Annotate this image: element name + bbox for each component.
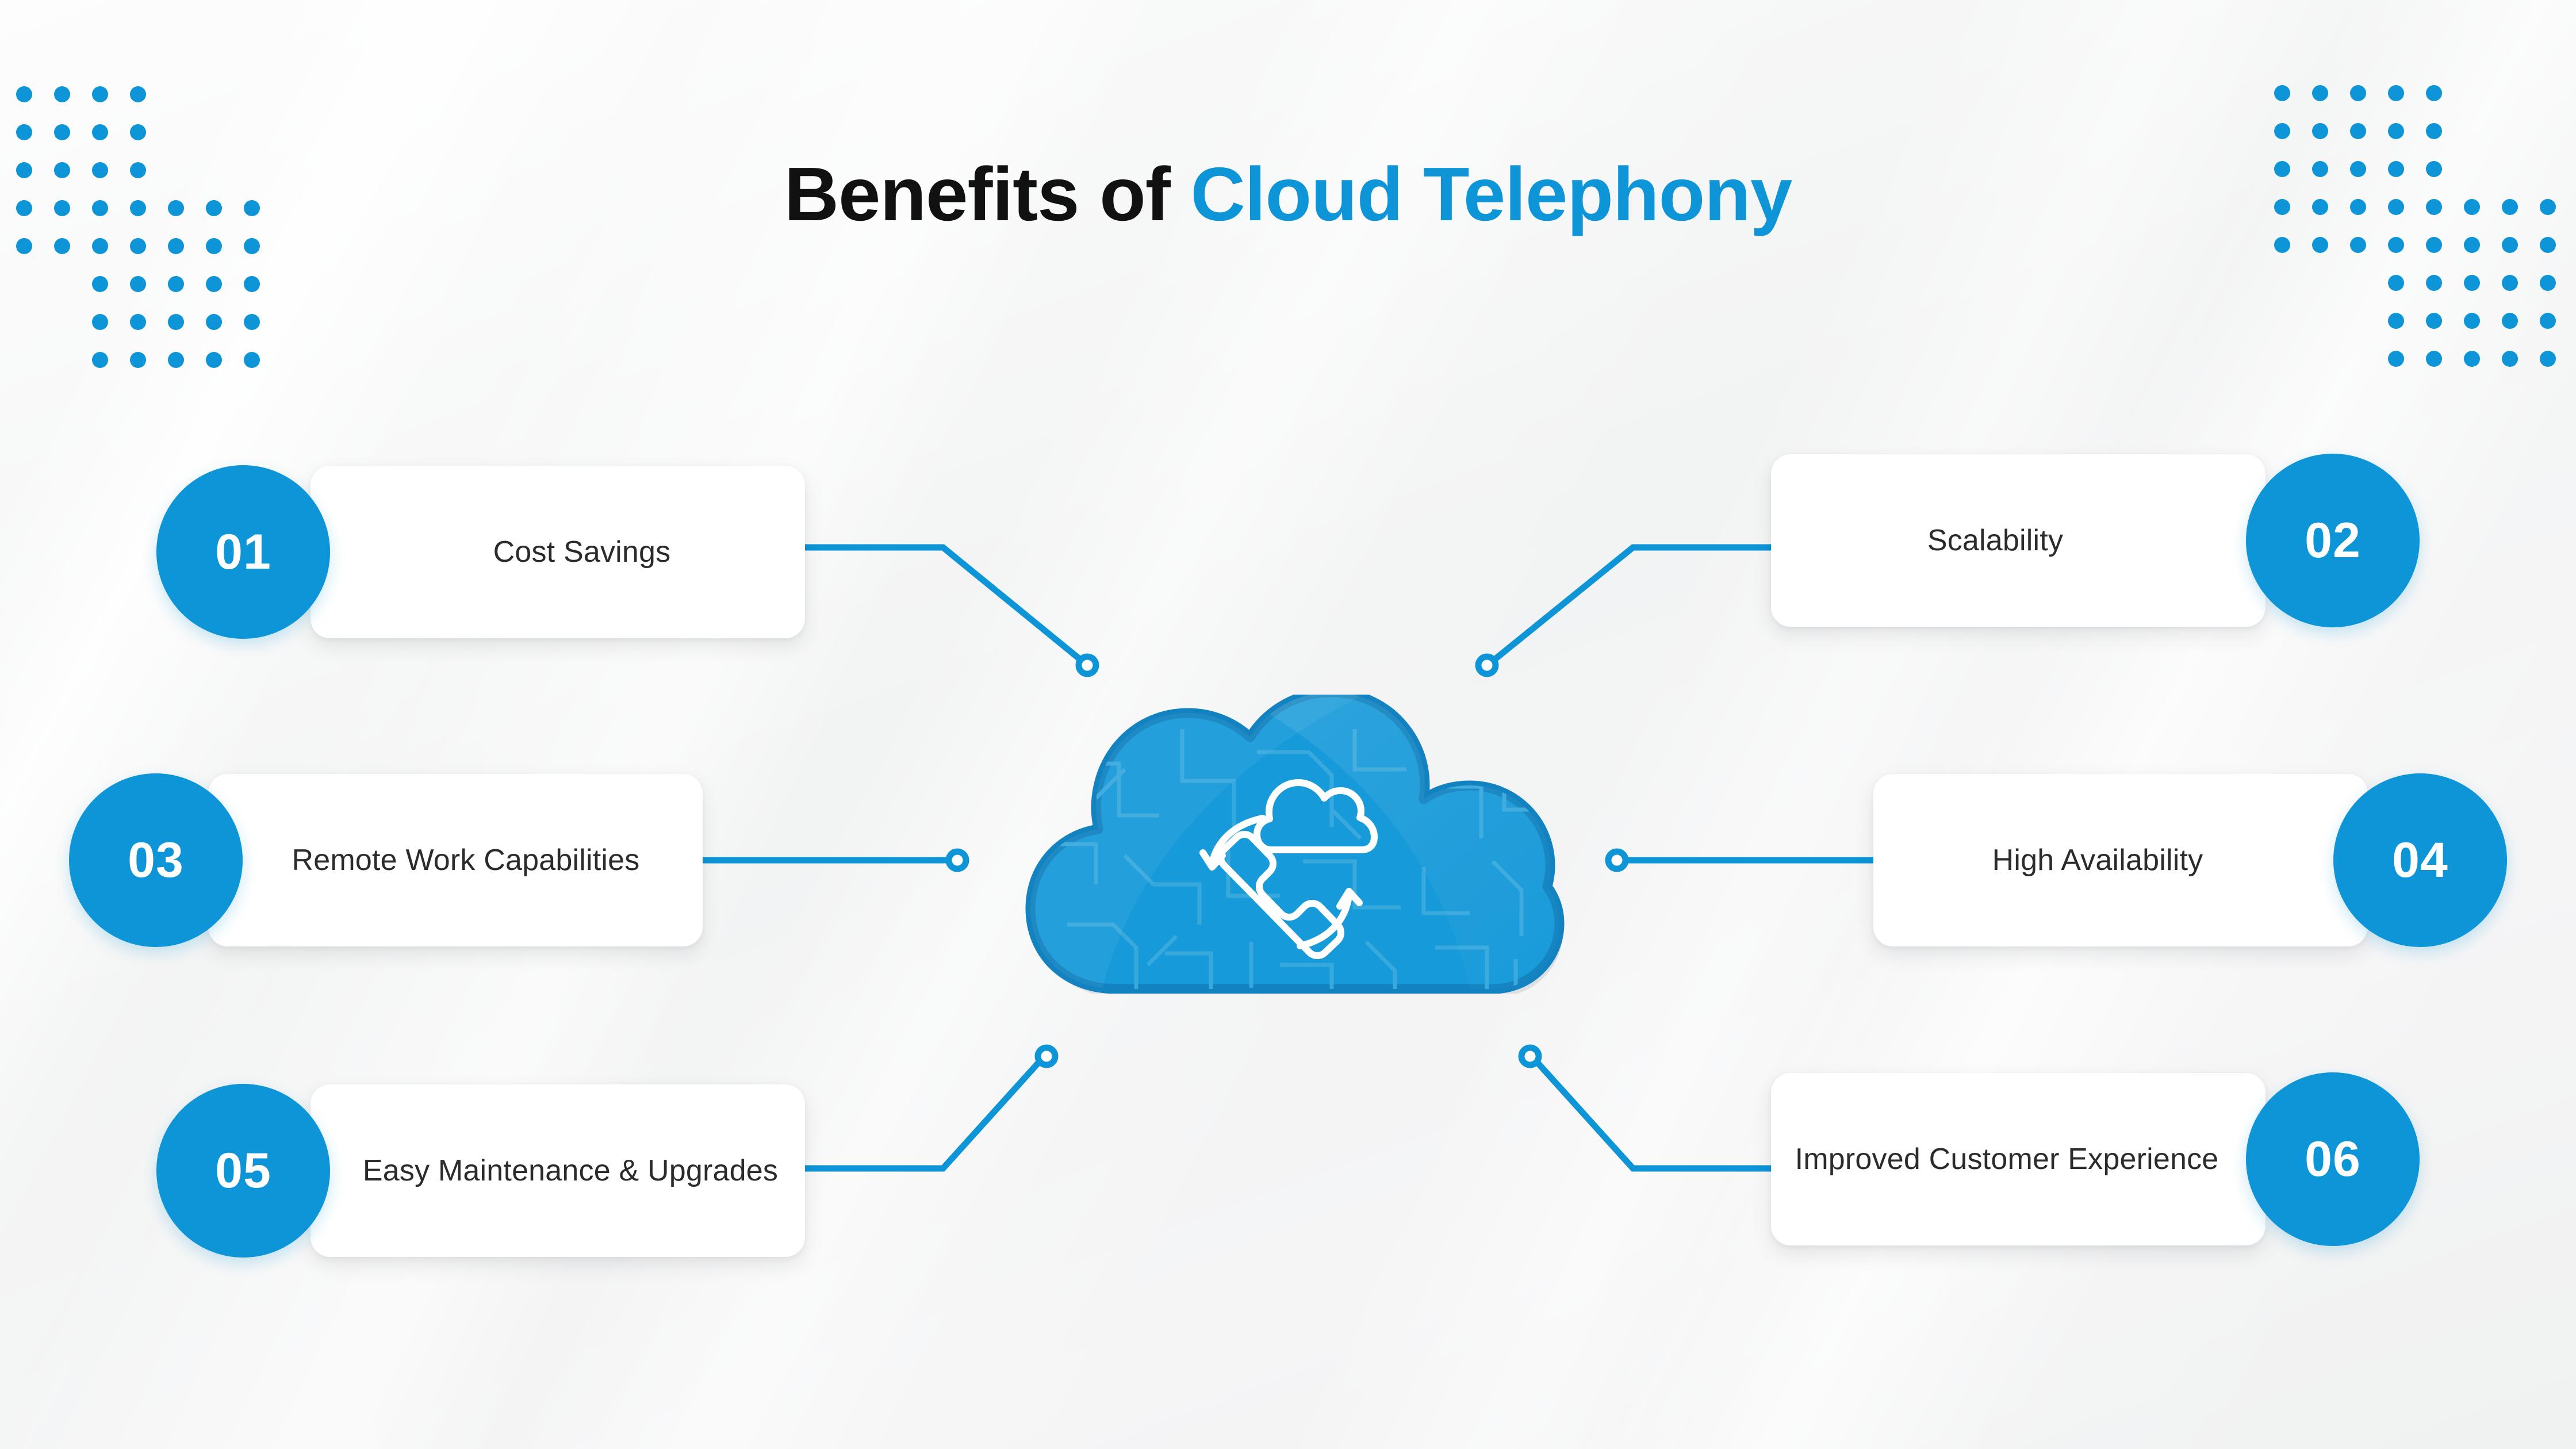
benefit-card-04-number: 04	[2333, 773, 2507, 947]
benefit-card-06[interactable]: Improved Customer Experience 06	[1771, 1072, 2420, 1246]
benefit-card-01-number: 01	[156, 465, 330, 639]
connector-endpoint-05	[1034, 1044, 1059, 1068]
benefit-card-03-number: 03	[69, 773, 243, 947]
cloud-telephony-icon	[1010, 687, 1579, 997]
connector-endpoint-06	[1518, 1044, 1542, 1068]
benefit-card-05-label: Easy Maintenance & Upgrades	[362, 1153, 779, 1187]
benefit-card-03[interactable]: Remote Work Capabilities 03	[69, 773, 703, 947]
connector-02	[1492, 544, 1771, 663]
benefit-card-01[interactable]: Cost Savings 01	[156, 465, 805, 639]
benefit-card-05-number: 05	[156, 1084, 330, 1258]
benefit-card-05[interactable]: Easy Maintenance & Upgrades 05	[156, 1084, 805, 1258]
connector-01	[805, 544, 1083, 663]
benefit-card-04[interactable]: High Availability 04	[1873, 773, 2507, 947]
connector-endpoint-04	[1605, 848, 1629, 872]
connector-endpoint-01	[1075, 653, 1099, 677]
connector-06	[1534, 1059, 1771, 1172]
benefit-card-03-label: Remote Work Capabilities	[292, 843, 640, 877]
benefit-card-06-label: Improved Customer Experience	[1795, 1142, 2219, 1176]
benefit-card-02[interactable]: Scalability 02	[1771, 454, 2420, 627]
benefit-card-02-number: 02	[2246, 454, 2420, 627]
benefit-card-04-label: High Availability	[1992, 843, 2203, 877]
benefit-card-02-label: Scalability	[1927, 523, 2064, 557]
benefit-card-06-number: 06	[2246, 1072, 2420, 1246]
connector-endpoint-02	[1475, 653, 1499, 677]
connector-05	[805, 1059, 1042, 1172]
benefit-card-01-label: Cost Savings	[493, 535, 671, 569]
connector-endpoint-03	[945, 848, 969, 872]
